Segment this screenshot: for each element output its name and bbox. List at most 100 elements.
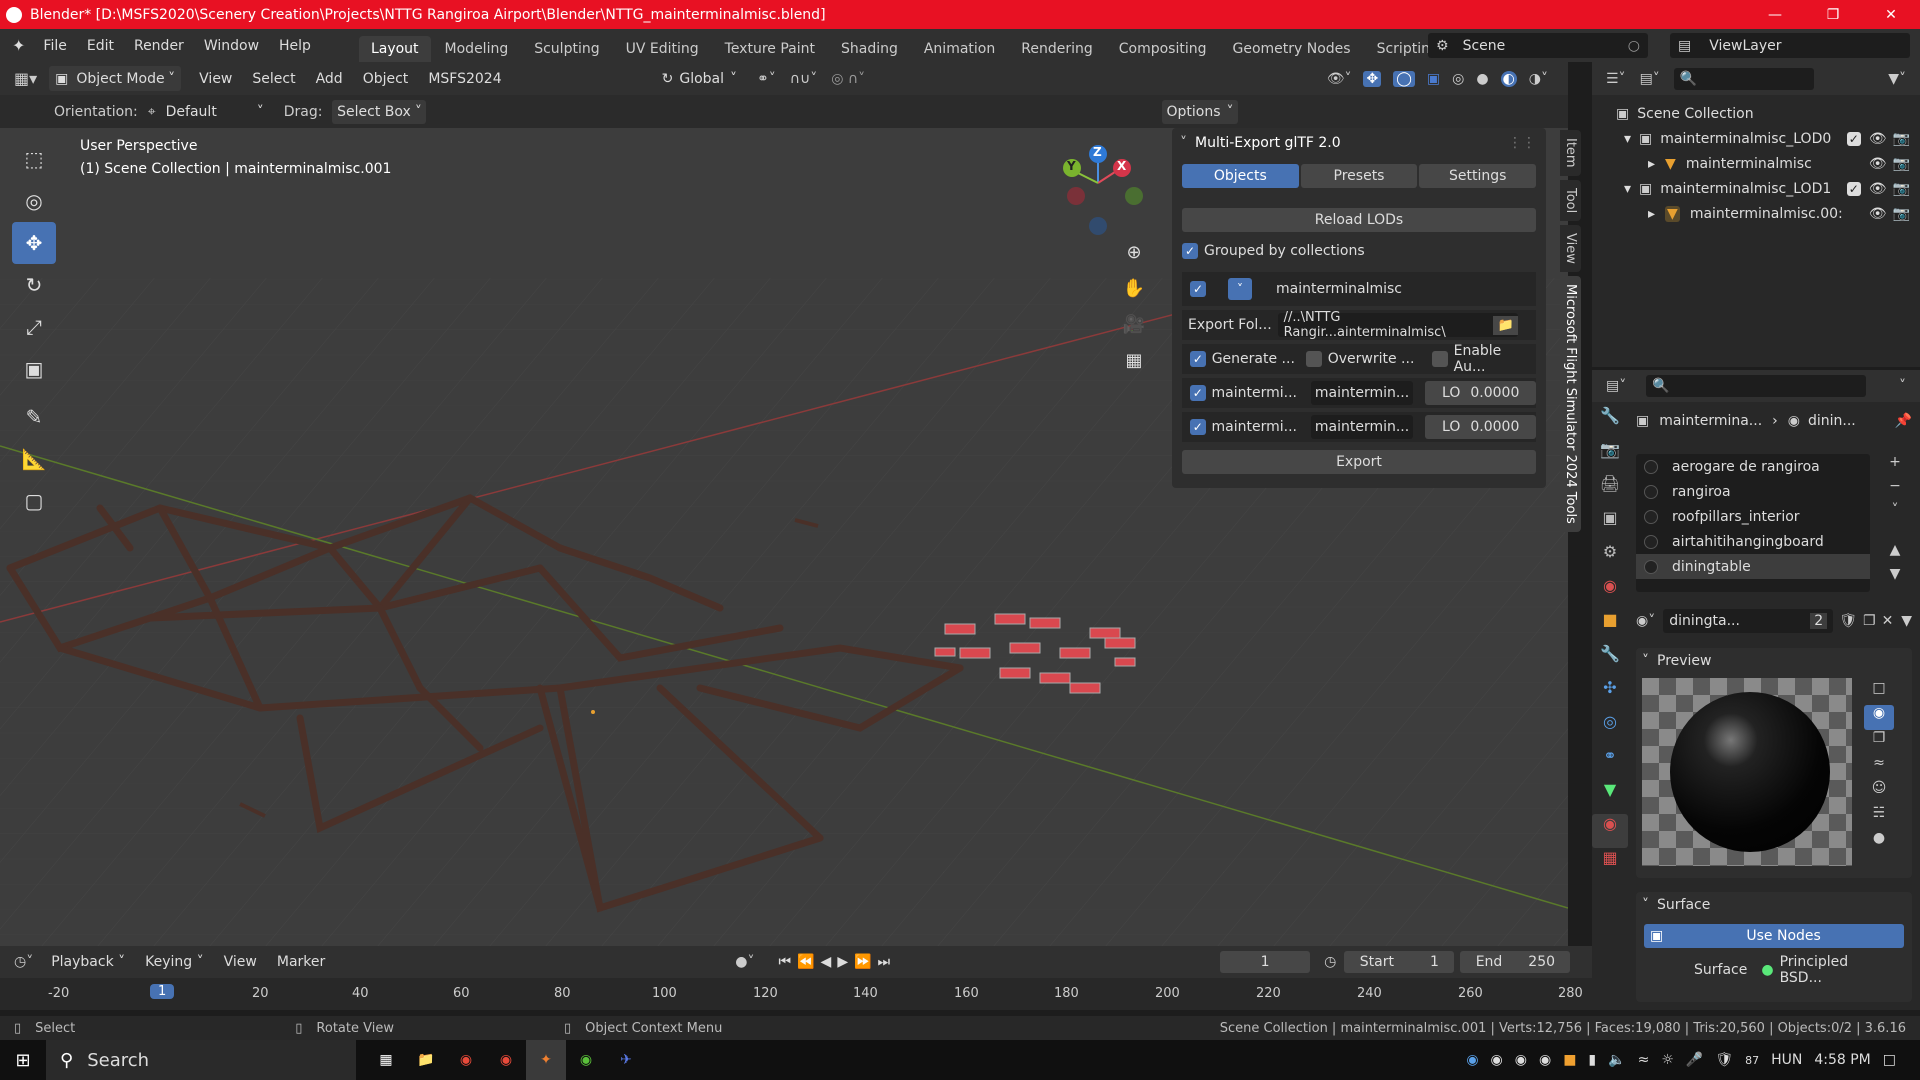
tab-geometry-nodes[interactable]: Geometry Nodes bbox=[1221, 36, 1363, 62]
proportional-edit-icon[interactable]: ◎ ∩˅ bbox=[831, 71, 865, 87]
tab-modeling[interactable]: Modeling bbox=[433, 36, 521, 62]
blender-taskbar-icon[interactable]: ✦ bbox=[526, 1040, 566, 1080]
group-expand-icon[interactable]: ˅ bbox=[1228, 278, 1252, 300]
viewlayer-selector[interactable]: ▤ ViewLayer bbox=[1670, 33, 1910, 58]
menu-file[interactable]: File bbox=[33, 38, 76, 54]
tab-view[interactable]: View bbox=[1560, 224, 1581, 272]
menu-edit[interactable]: Edit bbox=[77, 38, 124, 54]
camera-render-icon[interactable]: 📷 bbox=[1893, 131, 1910, 147]
minimize-icon[interactable]: — bbox=[1746, 7, 1804, 23]
menu-marker[interactable]: Marker bbox=[267, 954, 335, 970]
slot-menu-icon[interactable]: ˅ bbox=[1882, 502, 1908, 542]
tray-discord-icon[interactable]: ◉ bbox=[1539, 1052, 1551, 1068]
visibility-icon[interactable]: 👁˅ bbox=[1327, 71, 1352, 87]
tab-compositing[interactable]: Compositing bbox=[1107, 36, 1219, 62]
lod1-file-field[interactable]: maintermin... bbox=[1310, 415, 1414, 439]
mode-dropdown[interactable]: ▣ Object Mode ˅ bbox=[49, 66, 182, 91]
frame-ruler[interactable]: -20 1 20 40 60 80 100 120 140 160 180 20… bbox=[0, 978, 1592, 1010]
output-props-icon[interactable]: 🖨 bbox=[1592, 474, 1628, 508]
viewport-menu-select[interactable]: Select bbox=[242, 71, 305, 87]
monkey-preview-icon[interactable]: ☺ bbox=[1864, 780, 1894, 805]
language-indicator[interactable]: HUN bbox=[1771, 1052, 1802, 1068]
view-layer-props-icon[interactable]: ▣ bbox=[1592, 508, 1628, 542]
material-browse-icon[interactable]: ◉˅ bbox=[1636, 613, 1655, 629]
viewport-menu-msfs2024[interactable]: MSFS2024 bbox=[418, 71, 511, 87]
material-slot[interactable]: aerogare de rangiroa bbox=[1636, 454, 1870, 479]
end-frame-field[interactable]: End 250 bbox=[1460, 951, 1571, 973]
eye-icon[interactable]: 👁 bbox=[1869, 156, 1887, 172]
generate-checkbox[interactable]: ✓ bbox=[1190, 351, 1206, 367]
constraints-props-icon[interactable]: ⚭ bbox=[1592, 746, 1628, 780]
tab-objects[interactable]: Objects bbox=[1182, 164, 1299, 188]
fake-user-icon[interactable]: 🛡 bbox=[1839, 613, 1857, 629]
camera-render-icon[interactable]: 📷 bbox=[1893, 206, 1910, 222]
tray-app-icon[interactable]: ◉ bbox=[1466, 1052, 1478, 1068]
cursor-tool[interactable]: ◎ bbox=[12, 180, 56, 222]
material-name-field[interactable]: diningta... 2 bbox=[1663, 609, 1834, 633]
expand-icon[interactable]: ▾ bbox=[1624, 181, 1631, 197]
world-props-icon[interactable]: ◉ bbox=[1592, 576, 1628, 610]
lod0-value-field[interactable]: LO 0.0000 bbox=[1425, 381, 1536, 405]
tray-steam-icon[interactable]: ◉ bbox=[1515, 1052, 1527, 1068]
exclude-checkbox[interactable]: ✓ bbox=[1846, 181, 1861, 196]
eye-icon[interactable]: 👁 bbox=[1869, 181, 1887, 197]
data-props-icon[interactable]: ▼ bbox=[1592, 780, 1628, 814]
tab-texture-paint[interactable]: Texture Paint bbox=[713, 36, 827, 62]
transform-orientation-dropdown[interactable]: ↻ Global ˅ bbox=[662, 71, 737, 87]
material-props-icon[interactable]: ◉ bbox=[1592, 814, 1628, 848]
fluid-preview-icon[interactable]: ● bbox=[1864, 830, 1894, 855]
wifi-icon[interactable]: ≈ bbox=[1638, 1052, 1650, 1068]
tab-settings[interactable]: Settings bbox=[1419, 164, 1537, 188]
record-icon[interactable]: ●˅ bbox=[735, 954, 754, 970]
scene-props-icon[interactable]: ⚙ bbox=[1592, 542, 1628, 576]
tab-presets[interactable]: Presets bbox=[1300, 164, 1418, 188]
chrome-icon[interactable]: ◉ bbox=[446, 1040, 486, 1080]
eye-icon[interactable]: 👁 bbox=[1869, 131, 1887, 147]
menu-playback[interactable]: Playback ˅ bbox=[41, 954, 135, 970]
outliner-item-lod0[interactable]: ▾ ▣ mainterminalmisc_LOD0 ✓ 👁 📷 bbox=[1592, 126, 1920, 151]
tab-tool[interactable]: Tool bbox=[1560, 179, 1581, 221]
eye-icon[interactable]: 👁 bbox=[1869, 206, 1887, 222]
jump-start-icon[interactable]: ⏮ bbox=[778, 954, 791, 970]
enable-au-checkbox[interactable] bbox=[1431, 351, 1448, 367]
maximize-icon[interactable]: ❐ bbox=[1804, 7, 1862, 23]
add-slot-icon[interactable]: + bbox=[1882, 454, 1908, 478]
outliner-editor-icon[interactable]: ☰˅ bbox=[1606, 71, 1626, 87]
transform-tool[interactable]: ▣ bbox=[12, 348, 56, 390]
move-down-icon[interactable]: ▼ bbox=[1882, 566, 1908, 590]
menu-window[interactable]: Window bbox=[194, 38, 269, 54]
file-explorer-icon[interactable]: 📁 bbox=[406, 1040, 446, 1080]
viewport-menu-object[interactable]: Object bbox=[353, 71, 419, 87]
modifier-props-icon[interactable]: 🔧 bbox=[1592, 644, 1628, 678]
snap-icon[interactable]: ∩∪˅ bbox=[790, 71, 818, 87]
render-props-icon[interactable]: 📷 bbox=[1592, 440, 1628, 474]
lod0-file-field[interactable]: maintermin... bbox=[1310, 381, 1414, 405]
camera-icon[interactable]: 🎥 bbox=[1118, 314, 1150, 350]
tab-rendering[interactable]: Rendering bbox=[1009, 36, 1105, 62]
menu-keying[interactable]: Keying ˅ bbox=[135, 954, 213, 970]
tab-uv-editing[interactable]: UV Editing bbox=[614, 36, 711, 62]
outliner-item-mesh1[interactable]: ▸ ▼ mainterminalmisc.00: 👁 📷 bbox=[1592, 201, 1920, 226]
current-frame-marker[interactable]: 1 bbox=[150, 984, 175, 999]
remove-slot-icon[interactable]: − bbox=[1882, 478, 1908, 502]
exclude-checkbox[interactable]: ✓ bbox=[1846, 131, 1861, 146]
group-enable-checkbox[interactable]: ✓ bbox=[1190, 281, 1206, 297]
current-frame-field[interactable]: 1 bbox=[1220, 951, 1311, 973]
gizmo-toggle-icon[interactable]: ✥ bbox=[1363, 70, 1382, 87]
material-slot[interactable]: airtahitihangingboard bbox=[1636, 529, 1870, 554]
zoom-icon[interactable]: ⊕ bbox=[1118, 242, 1150, 278]
3d-viewport[interactable]: ▦▾ ▣ Object Mode ˅ View Select Add Objec… bbox=[0, 62, 1568, 946]
select-box-tool[interactable]: ⬚ bbox=[12, 138, 56, 180]
scene-selector[interactable]: ⚙ Scene ○ bbox=[1428, 33, 1648, 58]
pan-hand-icon[interactable]: ✋ bbox=[1118, 278, 1150, 314]
expand-icon[interactable]: ▾ bbox=[1624, 131, 1631, 147]
material-slot[interactable]: roofpillars_interior bbox=[1636, 504, 1870, 529]
pin-icon[interactable]: ○ bbox=[1628, 38, 1640, 54]
menu-render[interactable]: Render bbox=[124, 38, 194, 54]
xbox-icon[interactable]: ◉ bbox=[566, 1040, 606, 1080]
tab-msfs-tools[interactable]: Microsoft Flight Simulator 2024 Tools bbox=[1560, 275, 1581, 532]
add-cube-tool[interactable]: ▢ bbox=[12, 480, 56, 522]
mic-icon[interactable]: 🎤 bbox=[1686, 1052, 1703, 1068]
physics-props-icon[interactable]: ◎ bbox=[1592, 712, 1628, 746]
outliner-item-mesh0[interactable]: ▸ ▼ mainterminalmisc 👁 📷 bbox=[1592, 151, 1920, 176]
